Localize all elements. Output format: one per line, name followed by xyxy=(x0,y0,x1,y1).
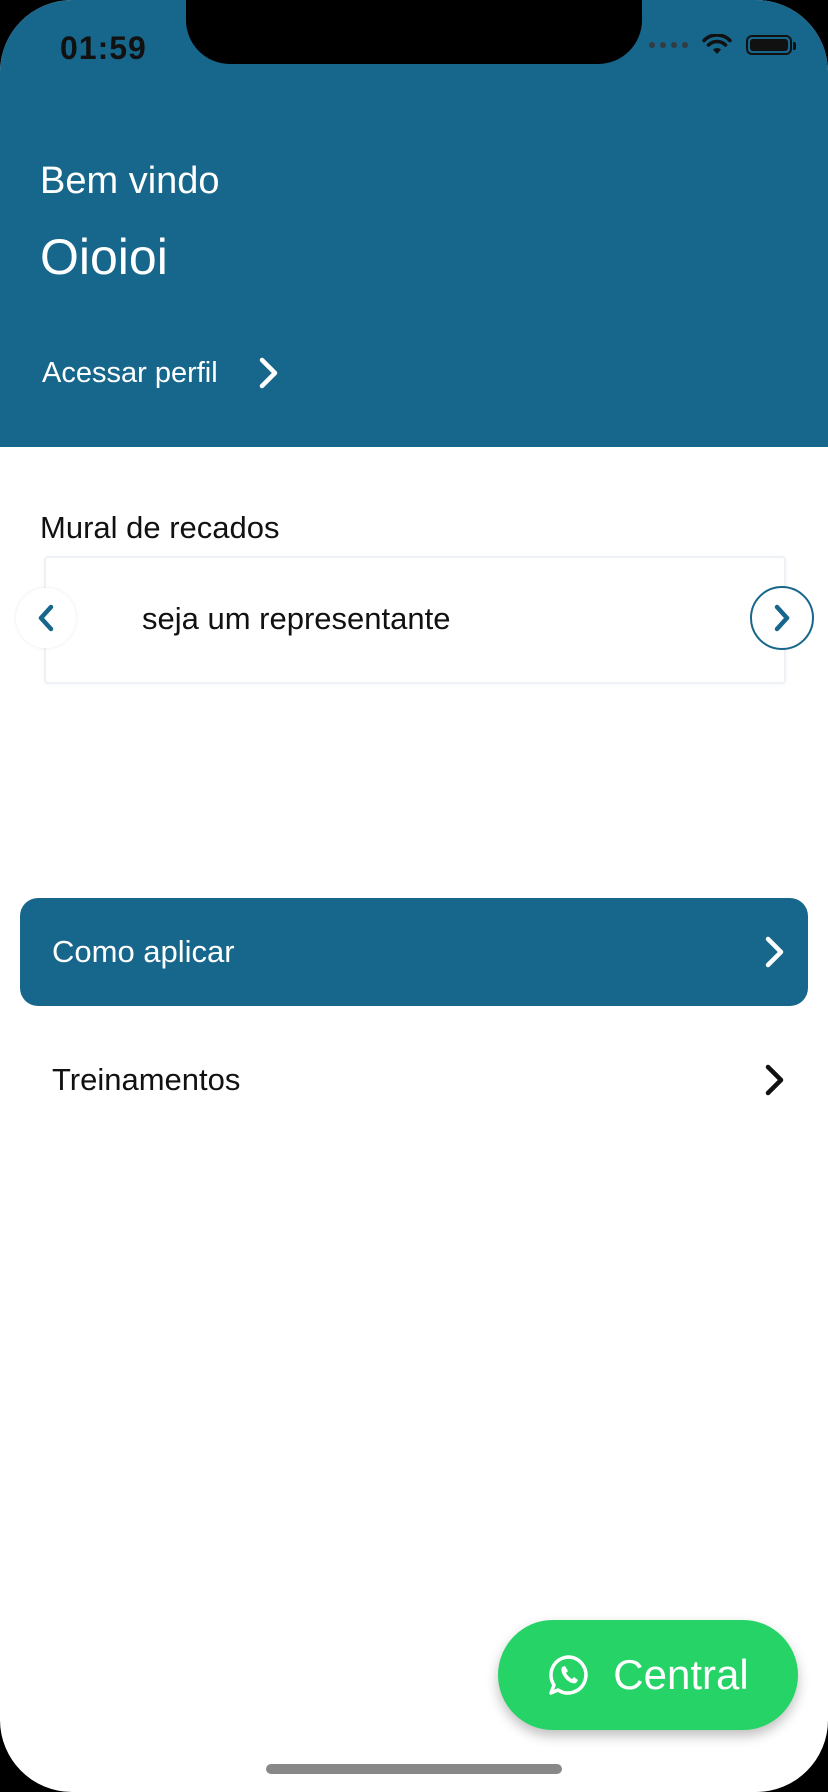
menu-item-como-aplicar[interactable]: Como aplicar xyxy=(20,898,808,1006)
status-time: 01:59 xyxy=(60,30,147,66)
home-indicator[interactable] xyxy=(266,1764,562,1774)
greeting-text: Bem vindo xyxy=(40,160,220,202)
signal-icon xyxy=(649,42,688,48)
profile-link[interactable]: Acessar perfil xyxy=(42,356,280,390)
mural-card: seja um representante xyxy=(44,556,786,684)
menu-item-treinamentos[interactable]: Treinamentos xyxy=(20,1026,808,1134)
chevron-right-icon xyxy=(765,936,784,968)
battery-icon xyxy=(746,35,796,55)
mural-title: Mural de recados xyxy=(40,510,280,545)
whatsapp-button-label: Central xyxy=(613,1651,749,1698)
mural-prev-button[interactable] xyxy=(16,588,76,648)
chevron-left-icon xyxy=(38,604,54,632)
device-notch xyxy=(186,0,642,64)
chevron-right-icon xyxy=(259,357,277,389)
chevron-right-icon xyxy=(765,1064,784,1096)
whatsapp-central-button[interactable]: Central xyxy=(498,1620,798,1730)
wifi-icon xyxy=(702,34,732,54)
status-icons xyxy=(649,34,796,56)
username-text: Oioioi xyxy=(40,229,168,285)
welcome-header: Bem vindo Oioioi Acessar perfil xyxy=(0,0,828,447)
app-screen: Bem vindo Oioioi Acessar perfil 01:59 Mu… xyxy=(0,0,828,1792)
menu-item-label: Treinamentos xyxy=(52,1062,241,1097)
mural-message: seja um representante xyxy=(142,601,451,636)
mural-next-button[interactable] xyxy=(750,586,814,650)
profile-link-label: Acessar perfil xyxy=(42,356,218,389)
chevron-right-icon xyxy=(774,604,790,632)
whatsapp-icon xyxy=(549,1655,588,1695)
menu-item-label: Como aplicar xyxy=(52,934,235,969)
